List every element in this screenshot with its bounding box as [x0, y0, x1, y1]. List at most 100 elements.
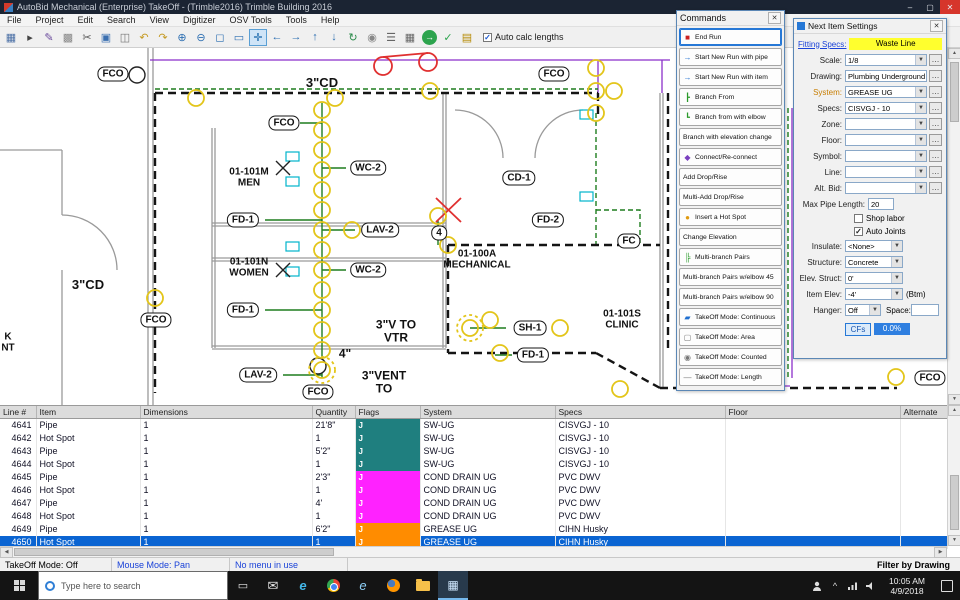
- end-run-button[interactable]: ■End Run: [679, 28, 782, 46]
- dropdown-arrow-icon[interactable]: ▼: [915, 103, 926, 113]
- table-row-4648[interactable]: 4648Hot Spot11JCOND DRAIN UGPVC DWV: [0, 510, 947, 523]
- minimize-button[interactable]: –: [900, 0, 920, 14]
- zoom-extents-icon[interactable]: ▭: [230, 29, 248, 46]
- symbol-browse-button[interactable]: …: [929, 150, 942, 162]
- table-row-4645[interactable]: 4645Pipe12'3"JCOND DRAIN UGPVC DWV: [0, 471, 947, 484]
- table-row-4646[interactable]: 4646Hot Spot11JCOND DRAIN UGPVC DWV: [0, 484, 947, 497]
- dropdown-arrow-icon[interactable]: ▼: [891, 241, 902, 251]
- taskbar-search-input[interactable]: Type here to search: [38, 571, 228, 600]
- taskbar-clock[interactable]: 10:05 AM 4/9/2018: [880, 576, 934, 596]
- line-select[interactable]: ▼: [845, 166, 927, 178]
- dropdown-arrow-icon[interactable]: ▼: [891, 289, 902, 299]
- table-row-4647[interactable]: 4647Pipe14'JCOND DRAIN UGPVC DWV: [0, 497, 947, 510]
- redo-icon[interactable]: ↷: [154, 29, 172, 46]
- user-tray-icon[interactable]: [808, 571, 826, 600]
- col-header-line[interactable]: Line #: [0, 406, 36, 418]
- col-header-system[interactable]: System: [420, 406, 555, 418]
- multi-branch-pairs-w-elbow-90-button[interactable]: Multi-branch Pairs w/elbow 90: [679, 288, 782, 306]
- takeoff-mode-area-button[interactable]: ▢TakeOff Mode: Area: [679, 328, 782, 346]
- max-pipe-length-input[interactable]: 20: [868, 198, 894, 210]
- insulate-select[interactable]: <None>▼: [845, 240, 903, 252]
- draw-icon[interactable]: ✎: [40, 29, 58, 46]
- pan-icon[interactable]: ✛: [249, 29, 267, 46]
- scroll-up-icon[interactable]: ▲: [948, 48, 960, 59]
- scroll-down-icon[interactable]: ▼: [948, 394, 960, 405]
- zone-select[interactable]: ▼: [845, 118, 927, 130]
- line-browse-button[interactable]: …: [929, 166, 942, 178]
- edge-icon[interactable]: e: [288, 571, 318, 600]
- zoom-in-icon[interactable]: ⊕: [173, 29, 191, 46]
- drawing-browse-button[interactable]: …: [929, 70, 942, 82]
- close-button[interactable]: ✕: [940, 0, 960, 14]
- start-button[interactable]: [0, 571, 38, 600]
- table-horizontal-scrollbar[interactable]: ◀ ▶: [0, 546, 947, 557]
- elev-struct-select[interactable]: 0'▼: [845, 272, 903, 284]
- branch-from-button[interactable]: ┣Branch From: [679, 88, 782, 106]
- system-select[interactable]: GREASE UG▼: [845, 86, 927, 98]
- menu-osv-tools[interactable]: OSV Tools: [222, 15, 278, 25]
- col-header-item[interactable]: Item: [36, 406, 140, 418]
- specs-select[interactable]: CISVGJ - 10▼: [845, 102, 927, 114]
- select-arrow-icon[interactable]: ▸: [21, 29, 39, 46]
- menu-project[interactable]: Project: [29, 15, 71, 25]
- dropdown-arrow-icon[interactable]: ▼: [915, 167, 926, 177]
- col-header-dimensions[interactable]: Dimensions: [140, 406, 312, 418]
- change-elevation-button[interactable]: Change Elevation: [679, 228, 782, 246]
- next-item-settings-close-icon[interactable]: ✕: [930, 20, 943, 32]
- item-elev-select[interactable]: -4'▼: [845, 288, 903, 300]
- table-row-4644[interactable]: 4644Hot Spot11JSW-UGCISVGJ - 10: [0, 458, 947, 471]
- connect-re-connect-button[interactable]: ◆Connect/Re-connect: [679, 148, 782, 166]
- menu-digitizer[interactable]: Digitizer: [176, 15, 223, 25]
- scroll-right-icon[interactable]: ▶: [934, 547, 947, 558]
- action-center-icon[interactable]: [934, 571, 960, 600]
- scroll-left-icon[interactable]: ◀: [0, 547, 13, 558]
- hatch-icon[interactable]: ▩: [59, 29, 77, 46]
- dropdown-arrow-icon[interactable]: ▼: [915, 87, 926, 97]
- scale-select[interactable]: 1/8▼: [845, 54, 927, 66]
- dropdown-arrow-icon[interactable]: ▼: [915, 119, 926, 129]
- mail-icon[interactable]: ✉: [258, 571, 288, 600]
- table-vertical-scrollbar[interactable]: ▲ ▼: [947, 405, 960, 546]
- dropdown-arrow-icon[interactable]: ▼: [915, 135, 926, 145]
- drawing-select[interactable]: Plumbing Underground: [845, 70, 927, 82]
- copy-icon[interactable]: ◫: [116, 29, 134, 46]
- start-new-run-with-pipe-button[interactable]: →Start New Run with pipe: [679, 48, 782, 66]
- table-row-4641[interactable]: 4641Pipe121'8"JSW-UGCISVGJ - 10: [0, 418, 947, 432]
- go-icon[interactable]: →: [422, 30, 437, 45]
- commands-palette-titlebar[interactable]: Commands ✕: [677, 11, 784, 26]
- system-browse-button[interactable]: …: [929, 86, 942, 98]
- zoom-out-icon[interactable]: ⊖: [192, 29, 210, 46]
- save-icon[interactable]: ▣: [97, 29, 115, 46]
- table-scroll-down-icon[interactable]: ▼: [948, 535, 960, 546]
- takeoff-mode-continuous-button[interactable]: ▰TakeOff Mode: Continuous: [679, 308, 782, 326]
- chrome-icon[interactable]: [318, 571, 348, 600]
- space-input[interactable]: [911, 304, 939, 316]
- grid-icon[interactable]: ▦: [401, 29, 419, 46]
- dropdown-arrow-icon[interactable]: ▼: [915, 55, 926, 65]
- col-header-quantity[interactable]: Quantity: [312, 406, 355, 418]
- shop-labor-checkbox[interactable]: Shop labor: [854, 212, 942, 225]
- maximize-button[interactable]: ▢: [920, 0, 940, 14]
- auto-joints-checkbox[interactable]: ✓Auto Joints: [854, 225, 942, 238]
- multi-add-drop-rise-button[interactable]: Multi-Add Drop/Rise: [679, 188, 782, 206]
- menu-edit[interactable]: Edit: [71, 15, 101, 25]
- col-header-floor[interactable]: Floor: [725, 406, 900, 418]
- autobid-taskbar-icon[interactable]: ▦: [438, 571, 468, 600]
- menu-tools[interactable]: Tools: [279, 15, 314, 25]
- col-header-flags[interactable]: Flags: [355, 406, 420, 418]
- volume-icon[interactable]: [862, 571, 880, 600]
- file-explorer-icon[interactable]: [408, 571, 438, 600]
- branch-with-elevation-change-button[interactable]: Branch with elevation change: [679, 128, 782, 146]
- menu-search[interactable]: Search: [100, 15, 143, 25]
- hanger-select[interactable]: Off▼: [845, 304, 881, 316]
- cfs-button[interactable]: CFs: [845, 323, 871, 336]
- fitting-specs-link[interactable]: Fitting Specs:: [798, 40, 846, 49]
- specs-browse-button[interactable]: …: [929, 102, 942, 114]
- next-item-settings-titlebar[interactable]: Next Item Settings ✕: [794, 19, 946, 34]
- symbol-select[interactable]: ▼: [845, 150, 927, 162]
- table-row-4649[interactable]: 4649Pipe16'2"JGREASE UGCIHN Husky: [0, 523, 947, 536]
- alt-bid-select[interactable]: ▼: [845, 182, 927, 194]
- structure-select[interactable]: Concrete▼: [845, 256, 903, 268]
- multi-branch-pairs-w-elbow-45-button[interactable]: Multi-branch Pairs w/elbow 45: [679, 268, 782, 286]
- target-icon[interactable]: ◉: [363, 29, 381, 46]
